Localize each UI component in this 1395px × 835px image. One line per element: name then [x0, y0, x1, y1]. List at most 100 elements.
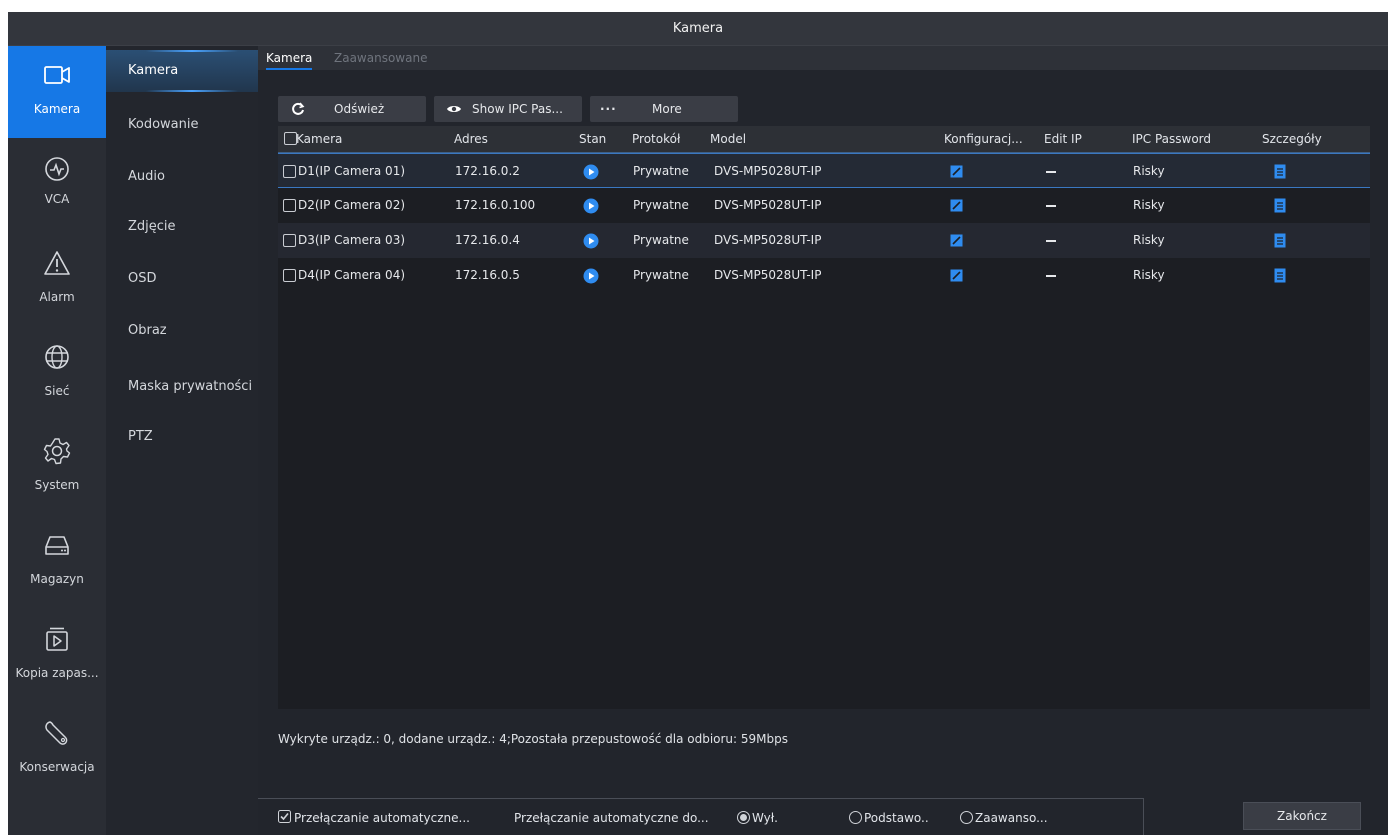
- nav-storage-label: Magazyn: [30, 572, 84, 586]
- table-row[interactable]: D1(IP Camera 01) 172.16.0.2 Prywatne DVS…: [278, 153, 1370, 188]
- submenu-item-osd[interactable]: OSD: [106, 258, 258, 300]
- details-icon[interactable]: [1274, 233, 1286, 248]
- camera-table: Kamera Adres Stan Protokół Model Konfigu…: [278, 126, 1370, 709]
- radio-off-label: Wył.: [752, 811, 778, 825]
- nav-camera[interactable]: Kamera: [8, 46, 106, 138]
- table-row[interactable]: D3(IP Camera 03) 172.16.0.4 Prywatne DVS…: [278, 223, 1370, 258]
- row-checkbox[interactable]: [283, 165, 296, 178]
- submenu-item-audio[interactable]: Audio: [106, 156, 258, 198]
- more-button[interactable]: ··· More: [590, 96, 738, 122]
- column-header-ipc-password[interactable]: IPC Password: [1132, 126, 1211, 152]
- edit-ip-dash[interactable]: [1046, 205, 1056, 207]
- backup-icon: [46, 627, 68, 651]
- nav-vca-label: VCA: [44, 192, 70, 206]
- column-header-details[interactable]: Szczegóły: [1262, 126, 1322, 152]
- camera-address: 172.16.0.5: [455, 268, 520, 282]
- network-icon: [45, 345, 69, 369]
- radio-off[interactable]: [737, 811, 750, 824]
- show-ipc-password-button[interactable]: Show IPC Pas...: [434, 96, 582, 122]
- nav-vca[interactable]: VCA: [8, 140, 106, 232]
- auto-switch-label: Przełączanie automatyczne...: [294, 811, 470, 825]
- camera-model: DVS-MP5028UT-IP: [714, 198, 822, 212]
- tab-bar: Kamera Zaawansowane: [258, 46, 1388, 70]
- details-icon[interactable]: [1274, 198, 1286, 213]
- submenu-item-ptz[interactable]: PTZ: [106, 416, 258, 458]
- radio-advanced[interactable]: [960, 811, 973, 824]
- edit-ip-dash[interactable]: [1046, 171, 1056, 173]
- app-window: Kamera Kamera VCA Alarm Sieć System Maga…: [8, 12, 1388, 835]
- column-header-protocol[interactable]: Protokół: [632, 126, 680, 152]
- nav-system[interactable]: System: [8, 422, 106, 514]
- auto-switch-panel: Przełączanie automatyczne... Przełączani…: [258, 798, 1144, 835]
- camera-address: 172.16.0.100: [455, 198, 536, 212]
- main-panel: Kamera Zaawansowane Odśwież Show IPC Pas…: [258, 46, 1388, 835]
- camera-name: D4(IP Camera 04): [298, 268, 406, 282]
- table-header: Kamera Adres Stan Protokół Model Konfigu…: [278, 126, 1370, 153]
- device-status-text: Wykryte urządz.: 0, dodane urządz.: 4;Po…: [278, 732, 789, 746]
- camera-name: D3(IP Camera 03): [298, 233, 406, 247]
- table-row[interactable]: D2(IP Camera 02) 172.16.0.100 Prywatne D…: [278, 188, 1370, 223]
- submenu-item-snapshot[interactable]: Zdjęcie: [106, 206, 258, 248]
- nav-maintenance[interactable]: Konserwacja: [8, 704, 106, 796]
- nav-system-label: System: [34, 478, 80, 492]
- tab-camera[interactable]: Kamera: [266, 46, 313, 70]
- alarm-icon: [44, 251, 70, 275]
- column-header-config[interactable]: Konfiguracj...: [944, 126, 1044, 152]
- gear-icon: [43, 438, 71, 465]
- row-checkbox[interactable]: [283, 234, 296, 247]
- play-status-icon[interactable]: [583, 233, 599, 249]
- play-status-icon[interactable]: [583, 198, 599, 214]
- play-status-icon[interactable]: [583, 164, 599, 180]
- column-header-model[interactable]: Model: [710, 126, 746, 152]
- auto-switch-checkbox[interactable]: [278, 810, 291, 823]
- more-dots-icon: ···: [600, 102, 617, 116]
- nav-network[interactable]: Sieć: [8, 328, 106, 420]
- edit-config-icon[interactable]: [950, 199, 963, 212]
- camera-model: DVS-MP5028UT-IP: [714, 233, 822, 247]
- nav-backup-label: Kopia zapas...: [15, 666, 99, 680]
- window-title: Kamera: [8, 12, 1388, 46]
- submenu-item-image[interactable]: Obraz: [106, 310, 258, 352]
- nav-storage[interactable]: Magazyn: [8, 516, 106, 608]
- edit-ip-dash[interactable]: [1046, 240, 1056, 242]
- camera-name: D1(IP Camera 01): [298, 164, 406, 178]
- submenu-item-camera[interactable]: Kamera: [106, 50, 258, 92]
- auto-switch-to-label: Przełączanie automatyczne do...: [514, 811, 709, 825]
- column-header-camera[interactable]: Kamera: [296, 126, 342, 152]
- ipc-password-status: Risky: [1133, 268, 1165, 282]
- play-status-icon[interactable]: [583, 268, 599, 284]
- table-row[interactable]: D4(IP Camera 04) 172.16.0.5 Prywatne DVS…: [278, 258, 1370, 293]
- nav-backup[interactable]: Kopia zapas...: [8, 610, 106, 702]
- edit-config-icon[interactable]: [950, 165, 963, 178]
- edit-config-icon[interactable]: [950, 269, 963, 282]
- wrench-icon: [45, 721, 68, 745]
- nav-alarm-label: Alarm: [39, 290, 75, 304]
- camera-submenu: Kamera Kodowanie Audio Zdjęcie OSD Obraz…: [106, 46, 258, 835]
- main-nav-rail: Kamera VCA Alarm Sieć System Magazyn Kop…: [8, 46, 106, 835]
- submenu-item-privacy-mask[interactable]: Maska prywatności: [106, 366, 258, 408]
- details-icon[interactable]: [1274, 164, 1286, 179]
- exit-button[interactable]: Zakończ: [1243, 802, 1361, 830]
- refresh-icon: [292, 102, 305, 115]
- edit-ip-dash[interactable]: [1046, 275, 1056, 277]
- vca-icon: [45, 157, 69, 181]
- camera-address: 172.16.0.2: [455, 164, 520, 178]
- details-icon[interactable]: [1274, 268, 1286, 283]
- show-ipc-password-label: Show IPC Pas...: [472, 102, 563, 116]
- nav-alarm[interactable]: Alarm: [8, 234, 106, 326]
- radio-basic[interactable]: [849, 811, 862, 824]
- edit-config-icon[interactable]: [950, 234, 963, 247]
- row-checkbox[interactable]: [283, 269, 296, 282]
- camera-protocol: Prywatne: [633, 164, 689, 178]
- refresh-button[interactable]: Odśwież: [278, 96, 426, 122]
- camera-model: DVS-MP5028UT-IP: [714, 164, 822, 178]
- row-checkbox[interactable]: [283, 199, 296, 212]
- column-header-address[interactable]: Adres: [454, 126, 488, 152]
- tab-advanced[interactable]: Zaawansowane: [334, 46, 427, 70]
- column-header-edit-ip[interactable]: Edit IP: [1044, 126, 1082, 152]
- eye-icon: [447, 106, 461, 112]
- camera-icon: [44, 66, 70, 84]
- column-header-status[interactable]: Stan: [579, 126, 606, 152]
- submenu-item-encoding[interactable]: Kodowanie: [106, 104, 258, 146]
- storage-icon: [45, 536, 69, 555]
